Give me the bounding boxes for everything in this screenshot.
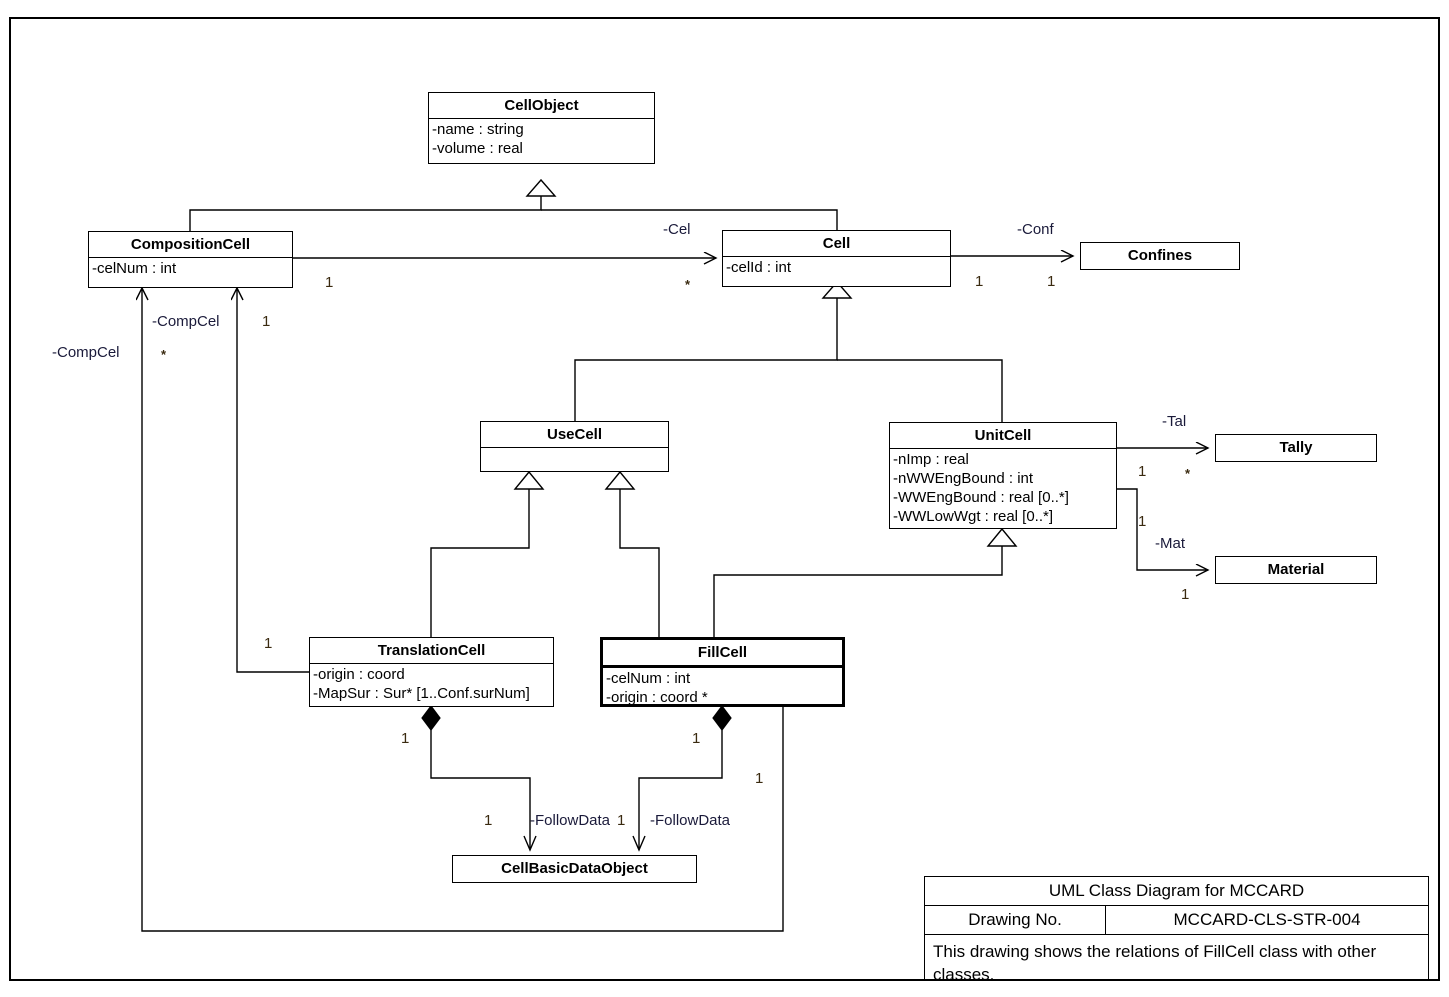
class-attrs-cell: -celId : int (723, 257, 950, 279)
label-followdata-role-left: -FollowData (530, 812, 611, 829)
title-block-description-row: This drawing shows the relations of Fill… (925, 935, 1428, 992)
title-block: UML Class Diagram for MCCARD Drawing No.… (924, 876, 1429, 984)
label-tal-mult-source: 1 (1138, 463, 1147, 480)
class-name-usecell: UseCell (546, 426, 603, 443)
class-name-cell: Cell (822, 235, 851, 252)
label-fill-aggregation-mult: 1 (692, 730, 701, 747)
attribute: -WWEngBound : real [0..*] (893, 489, 1069, 506)
class-attrs-compositioncell: -celNum : int (89, 258, 292, 280)
class-name-fillcell: FillCell (697, 644, 748, 661)
label-compcel-mult-star: * (161, 347, 167, 362)
connector-layer (9, 17, 1440, 981)
title-block-drawing-no-value: MCCARD-CLS-STR-004 (1173, 910, 1361, 929)
class-attrs-usecell (481, 448, 668, 473)
label-compcel-role-left: -CompCel (52, 344, 120, 361)
class-box-confines[interactable]: Confines (1080, 242, 1240, 270)
attribute: -celNum : int (606, 670, 691, 687)
label-tal-role: -Tal (1162, 413, 1187, 430)
label-compcel-mult-one-middle: 1 (262, 313, 271, 330)
class-box-compositioncell[interactable]: CompositionCell -celNum : int (88, 231, 293, 288)
title-block-drawing-no-label: Drawing No. (925, 906, 1107, 934)
attribute: -nImp : real (893, 451, 969, 468)
class-box-tally[interactable]: Tally (1215, 434, 1377, 462)
class-name-cellobject: CellObject (504, 97, 579, 114)
class-name-confines: Confines (1127, 247, 1193, 264)
attribute: -WWLowWgt : real [0..*] (893, 508, 1054, 525)
attribute: -origin : coord (313, 666, 405, 683)
label-compcel-role-middle: -CompCel (152, 313, 220, 330)
label-conf-mult-target: 1 (1047, 273, 1056, 290)
class-name-material: Material (1267, 561, 1325, 578)
label-cel-mult-target: * (685, 277, 691, 292)
class-attrs-fillcell: -celNum : int -origin : coord * (603, 668, 842, 709)
class-name-unitcell: UnitCell (974, 427, 1032, 444)
label-cel-role: -Cel (663, 221, 691, 238)
label-mat-mult-target: 1 (1181, 586, 1190, 603)
label-cellbasicdataobject-mult-left: 1 (484, 812, 493, 829)
label-mat-role: -Mat (1155, 535, 1185, 552)
attribute: -name : string (432, 121, 524, 138)
attribute: -MapSur : Sur* [1..Conf.surNum] (313, 685, 530, 702)
class-box-cellobject[interactable]: CellObject -name : string -volume : real (428, 92, 655, 164)
label-cel-mult-source: 1 (325, 274, 334, 291)
title-block-description: This drawing shows the relations of Fill… (933, 942, 1377, 984)
class-name-tally: Tally (1279, 439, 1313, 456)
title-block-title: UML Class Diagram for MCCARD (1048, 881, 1305, 900)
label-followdata-role-right: -FollowData (650, 812, 731, 829)
class-box-material[interactable]: Material (1215, 556, 1377, 584)
label-translation-aggregation-mult: 1 (401, 730, 410, 747)
class-attrs-translationcell: -origin : coord -MapSur : Sur* [1..Conf.… (310, 664, 553, 705)
class-attrs-unitcell: -nImp : real -nWWEngBound : int -WWEngBo… (890, 449, 1116, 528)
class-box-fillcell[interactable]: FillCell -celNum : int -origin : coord * (600, 637, 845, 707)
label-compcel-mult-one-fill: 1 (755, 770, 764, 787)
label-cellbasicdataobject-mult-right: 1 (617, 812, 626, 829)
class-name-translationcell: TranslationCell (377, 642, 486, 659)
class-box-translationcell[interactable]: TranslationCell -origin : coord -MapSur … (309, 637, 554, 707)
label-tal-mult-target: * (1185, 466, 1191, 481)
label-conf-mult-source: 1 (975, 273, 984, 290)
class-attrs-cellobject: -name : string -volume : real (429, 119, 654, 160)
attribute: -celNum : int (92, 260, 177, 277)
class-box-unitcell[interactable]: UnitCell -nImp : real -nWWEngBound : int… (889, 422, 1117, 529)
class-box-cellbasicdataobject[interactable]: CellBasicDataObject (452, 855, 697, 883)
attribute: -nWWEngBound : int (893, 470, 1034, 487)
label-conf-role: -Conf (1017, 221, 1054, 238)
label-mat-mult-source: 1 (1138, 513, 1147, 530)
class-box-cell[interactable]: Cell -celId : int (722, 230, 951, 287)
attribute: -celId : int (726, 259, 792, 276)
label-compcel-mult-one-translation: 1 (264, 635, 273, 652)
class-box-usecell[interactable]: UseCell (480, 421, 669, 472)
diagram-canvas: CellObject -name : string -volume : real… (0, 0, 1449, 997)
attribute: -volume : real (432, 140, 523, 157)
title-block-drawing-row: Drawing No. MCCARD-CLS-STR-004 (925, 906, 1428, 935)
class-name-cellbasicdataobject: CellBasicDataObject (501, 860, 648, 877)
attribute: -origin : coord * (606, 689, 708, 706)
title-block-title-row: UML Class Diagram for MCCARD (925, 877, 1428, 906)
class-name-compositioncell: CompositionCell (130, 236, 251, 253)
